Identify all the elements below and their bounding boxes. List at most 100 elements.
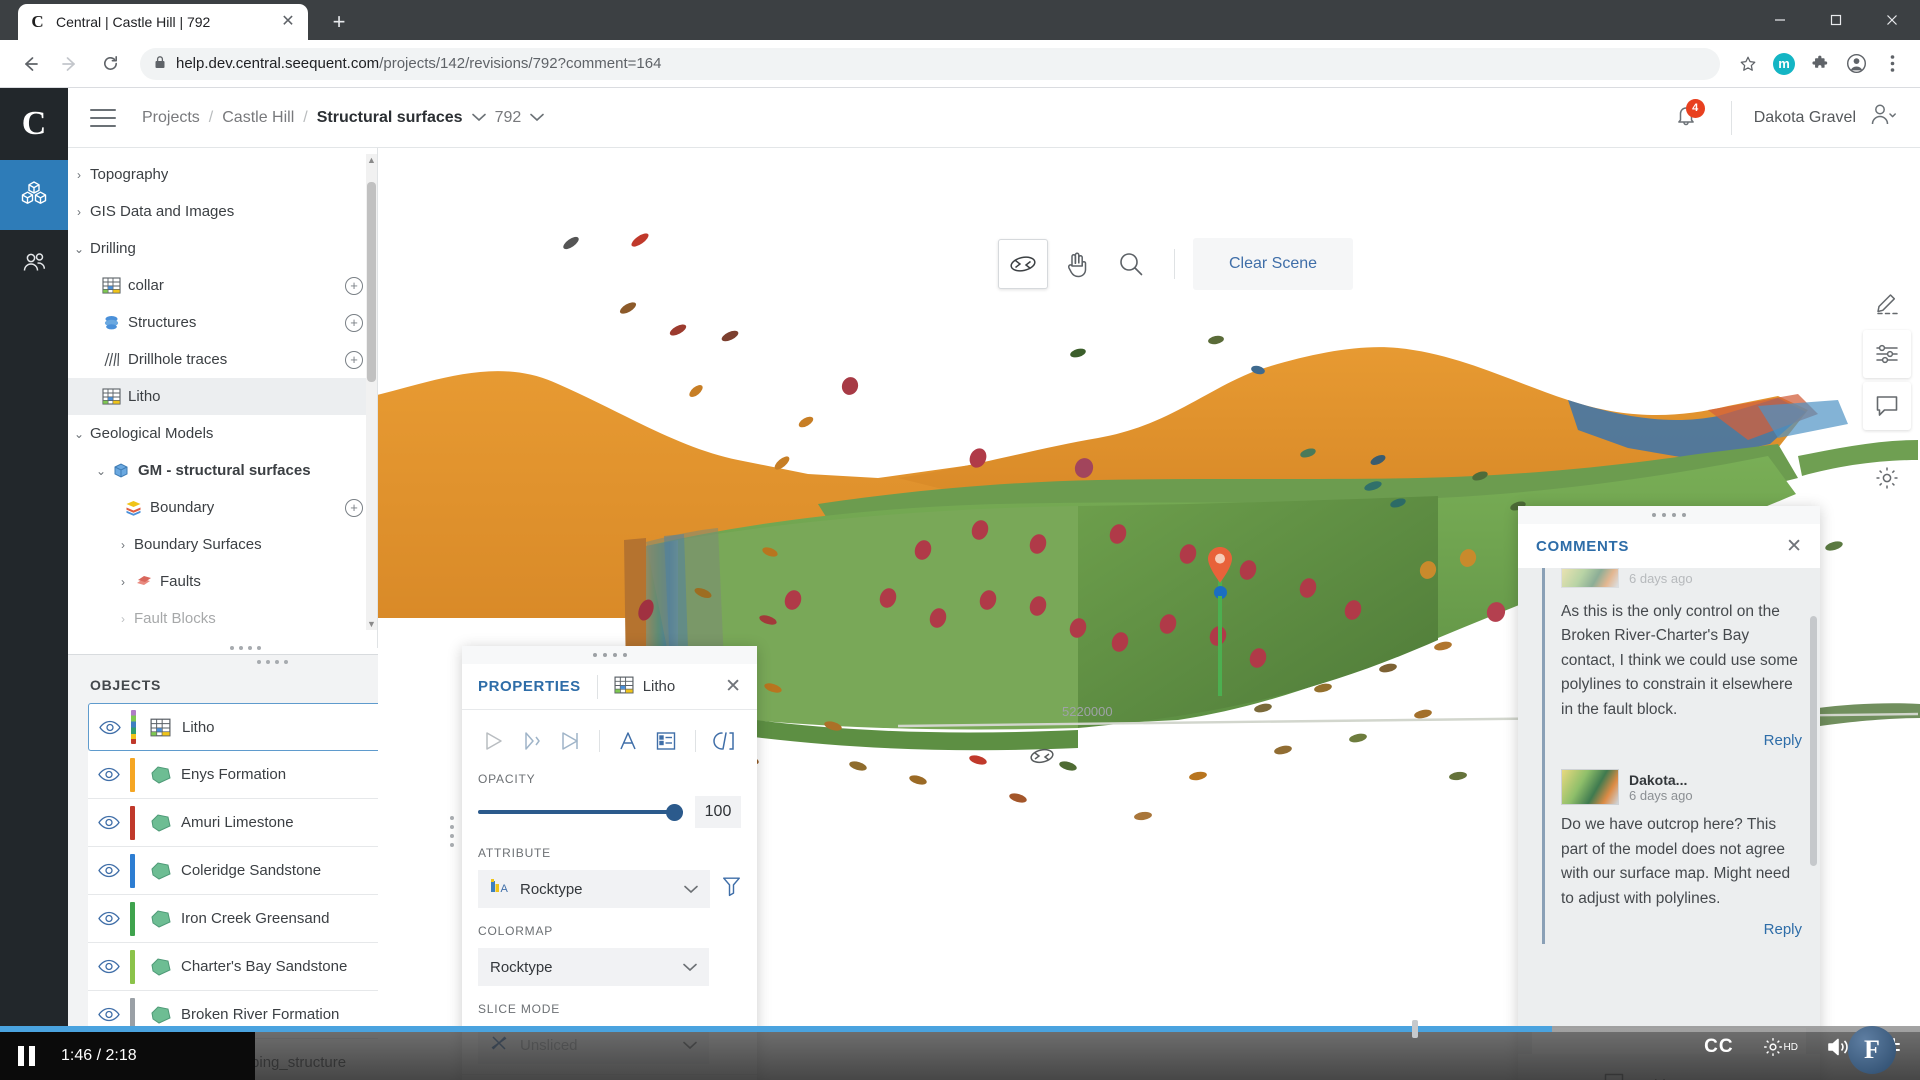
tree-row-geological-models[interactable]: ⌄ Geological Models bbox=[68, 415, 377, 452]
sliders-settings-icon[interactable] bbox=[1863, 330, 1911, 378]
gear-icon[interactable] bbox=[1863, 454, 1911, 502]
orbit-icon[interactable] bbox=[998, 239, 1048, 289]
back-arrow-icon[interactable] bbox=[12, 46, 48, 82]
window-close-button[interactable] bbox=[1864, 0, 1920, 40]
new-tab-button[interactable]: + bbox=[325, 8, 353, 36]
comments-drag-handle[interactable] bbox=[1518, 506, 1820, 524]
chevron-right-icon[interactable]: › bbox=[68, 168, 90, 182]
comments-scrollbar[interactable] bbox=[1810, 576, 1817, 996]
measure-pencil-icon[interactable] bbox=[1863, 278, 1911, 326]
tree-row-faults[interactable]: › Faults bbox=[68, 563, 377, 600]
tree-row-boundary[interactable]: Boundary + bbox=[68, 489, 377, 526]
tree-scrollbar[interactable]: ▲ ▼ bbox=[366, 154, 377, 630]
comments-list[interactable]: 6 days ago As this is the only control o… bbox=[1518, 568, 1820, 1054]
profile-icon[interactable] bbox=[1840, 48, 1872, 80]
visibility-eye-icon[interactable] bbox=[88, 959, 130, 974]
opacity-slider[interactable] bbox=[478, 803, 683, 821]
chevron-down-icon[interactable]: ⌄ bbox=[68, 427, 90, 441]
chevron-down-icon[interactable] bbox=[683, 960, 697, 975]
slider-knob[interactable] bbox=[666, 804, 683, 821]
add-to-scene-icon[interactable]: + bbox=[345, 313, 363, 332]
attribute-select[interactable]: A Rocktype bbox=[478, 870, 710, 908]
tree-row-gis-data-and-images[interactable]: › GIS Data and Images bbox=[68, 193, 377, 230]
pan-hand-icon[interactable] bbox=[1052, 239, 1102, 289]
panel-resize-grip[interactable] bbox=[230, 646, 261, 650]
tree-row-collar[interactable]: collar + bbox=[68, 267, 377, 304]
comments-scrollbar-thumb[interactable] bbox=[1810, 616, 1817, 866]
visibility-eye-icon[interactable] bbox=[88, 815, 130, 830]
forward-arrow-icon[interactable] bbox=[52, 46, 88, 82]
chevron-down-icon[interactable]: ⌄ bbox=[68, 242, 90, 256]
tree-scrollbar-thumb[interactable] bbox=[367, 182, 376, 382]
add-to-scene-icon[interactable]: + bbox=[345, 350, 363, 369]
chevron-down-icon[interactable] bbox=[684, 882, 698, 897]
closed-captions-button[interactable]: CC bbox=[1704, 1036, 1733, 1058]
colormap-select[interactable]: Rocktype bbox=[478, 948, 709, 986]
breadcrumb-item-structural-surfaces[interactable]: Structural surfaces bbox=[317, 109, 463, 127]
bookmark-star-icon[interactable] bbox=[1732, 48, 1764, 80]
pause-icon[interactable] bbox=[18, 1046, 35, 1066]
video-settings-button[interactable]: HD bbox=[1762, 1036, 1798, 1058]
video-progress-handle[interactable] bbox=[1412, 1020, 1418, 1038]
funnel-icon[interactable] bbox=[722, 876, 741, 902]
hamburger-menu-icon[interactable] bbox=[90, 108, 116, 127]
chevron-right-icon[interactable]: › bbox=[112, 575, 134, 589]
tree-row-topography[interactable]: › Topography bbox=[68, 156, 377, 193]
chevron-down-icon[interactable] bbox=[530, 111, 545, 125]
reply-link[interactable]: Reply bbox=[1561, 722, 1806, 751]
breadcrumb-item-projects[interactable]: Projects bbox=[142, 109, 200, 127]
window-maximize-button[interactable] bbox=[1808, 0, 1864, 40]
close-icon[interactable]: ✕ bbox=[278, 12, 298, 32]
breadcrumb-item-castle-hill[interactable]: Castle Hill bbox=[222, 109, 294, 127]
address-bar[interactable]: help.dev.central.seequent.com/projects/1… bbox=[140, 47, 1720, 80]
tree-row-structures[interactable]: Structures + bbox=[68, 304, 377, 341]
video-progress-bar[interactable] bbox=[0, 1020, 1920, 1038]
play-triangle-icon[interactable] bbox=[478, 724, 510, 758]
reply-link[interactable]: Reply bbox=[1561, 911, 1806, 940]
add-to-scene-icon[interactable]: + bbox=[345, 498, 363, 517]
user-menu[interactable]: Dakota Gravel bbox=[1754, 101, 1898, 134]
code-brackets-icon[interactable] bbox=[709, 724, 741, 758]
zoom-magnifier-icon[interactable] bbox=[1106, 239, 1156, 289]
play-clip-icon[interactable] bbox=[516, 724, 548, 758]
clear-scene-button[interactable]: Clear Scene bbox=[1193, 238, 1354, 290]
tree-row-gm-structural-surfaces[interactable]: ⌄ GM - structural surfaces bbox=[68, 452, 377, 489]
scroll-up-arrow-icon[interactable]: ▲ bbox=[366, 154, 377, 166]
chrome-menu-icon[interactable] bbox=[1876, 48, 1908, 80]
extension-avatar-icon[interactable]: m bbox=[1768, 48, 1800, 80]
chevron-right-icon[interactable]: › bbox=[68, 205, 90, 219]
comment-pin-marker[interactable] bbox=[1206, 546, 1232, 583]
scroll-down-arrow-icon[interactable]: ▼ bbox=[366, 618, 377, 630]
legend-list-icon[interactable] bbox=[650, 724, 682, 758]
reload-icon[interactable] bbox=[92, 46, 128, 82]
rail-item-users[interactable] bbox=[0, 230, 68, 300]
chevron-right-icon[interactable]: › bbox=[112, 612, 134, 626]
text-label-icon[interactable] bbox=[613, 724, 645, 758]
chevron-down-icon[interactable]: ⌄ bbox=[90, 464, 112, 478]
tree-row-boundary-surfaces[interactable]: › Boundary Surfaces bbox=[68, 526, 377, 563]
visibility-eye-icon[interactable] bbox=[89, 720, 131, 735]
comment-bubble-icon[interactable] bbox=[1863, 382, 1911, 430]
close-icon[interactable]: ✕ bbox=[1786, 535, 1802, 558]
comment-thumbnail[interactable] bbox=[1561, 769, 1619, 806]
window-minimize-button[interactable] bbox=[1752, 0, 1808, 40]
visibility-eye-icon[interactable] bbox=[88, 767, 130, 782]
add-to-scene-icon[interactable]: + bbox=[345, 276, 363, 295]
tree-row-litho[interactable]: Litho bbox=[68, 378, 377, 415]
puzzle-extension-icon[interactable] bbox=[1804, 48, 1836, 80]
close-icon[interactable]: ✕ bbox=[725, 675, 741, 698]
rail-item-projects[interactable] bbox=[0, 160, 68, 230]
tree-row-drilling[interactable]: ⌄ Drilling bbox=[68, 230, 377, 267]
visibility-eye-icon[interactable] bbox=[88, 911, 130, 926]
opacity-value[interactable]: 100 bbox=[695, 796, 741, 828]
chevron-right-icon[interactable]: › bbox=[112, 538, 134, 552]
browser-tab[interactable]: C Central | Castle Hill | 792 ✕ bbox=[18, 4, 308, 40]
visibility-eye-icon[interactable] bbox=[88, 863, 130, 878]
notifications-button[interactable]: 4 bbox=[1663, 95, 1709, 141]
properties-drag-handle[interactable] bbox=[462, 646, 757, 664]
properties-edge-grip[interactable] bbox=[450, 816, 454, 847]
play-outline-icon[interactable] bbox=[554, 724, 586, 758]
breadcrumb-item-revision[interactable]: 792 bbox=[495, 109, 522, 127]
visibility-eye-icon[interactable] bbox=[88, 1007, 130, 1022]
tree-row-fault-blocks[interactable]: › Fault Blocks bbox=[68, 600, 377, 637]
